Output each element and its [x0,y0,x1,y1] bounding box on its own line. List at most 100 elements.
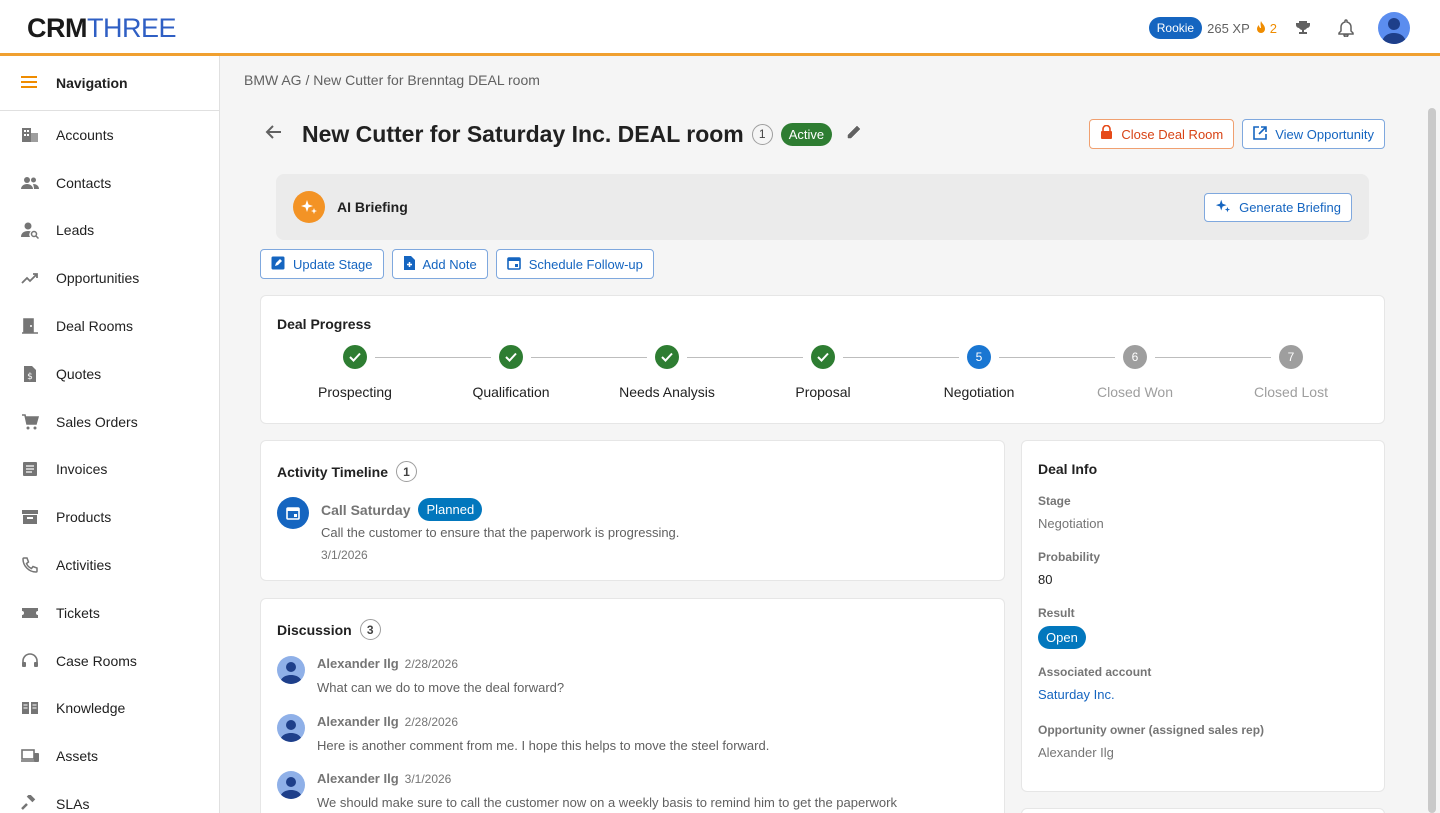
ai-briefing-title: AI Briefing [337,199,408,215]
sidebar-item-tickets[interactable]: Tickets [0,589,219,637]
sidebar-header: Navigation [0,56,219,111]
comment-date: 2/28/2026 [404,715,459,729]
stage-step-prospecting[interactable]: Prospecting [277,345,433,400]
top-app-bar: CRMTHREE Rookie 265 XP 2 [0,0,1440,56]
sparkle-icon [1215,198,1231,217]
comment-text: What can we do to move the deal forward? [317,680,565,695]
ticket-icon [21,604,39,622]
comment-count: 3 [359,619,381,640]
sidebar-item-activities[interactable]: Activities [0,541,219,589]
timeline-entry[interactable]: Call Saturday Planned Call the customer … [321,498,679,562]
sidebar-item-assets[interactable]: Assets [0,732,219,780]
stage-label: Negotiation [943,384,1015,400]
sidebar: Navigation Accounts Contacts Leads Opportun… [0,56,220,813]
activity-name: Call Saturday [321,501,411,518]
stage-label: Closed Won [1096,384,1173,400]
view-opportunity-button[interactable]: View Opportunity [1242,119,1385,149]
quote-doc-icon: $ [21,365,39,383]
sidebar-item-quotes[interactable]: $ Quotes [0,350,219,398]
owner-label: Opportunity owner (assigned sales rep) [1038,723,1265,737]
comment-date: 2/28/2026 [404,657,459,671]
add-note-button[interactable]: Add Note [391,249,488,279]
deal-room-count: 1 [751,123,773,145]
comment-author: Alexander Ilg [317,656,399,671]
sidebar-item-label: Invoices [56,461,108,478]
sidebar-item-products[interactable]: Products [0,493,219,541]
sidebar-item-leads[interactable]: Leads [0,207,219,255]
sidebar-item-deal-rooms[interactable]: Deal Rooms [0,302,219,350]
breadcrumb[interactable]: BMW AG / New Cutter for Brenntag DEAL ro… [244,72,540,88]
notifications-bell-icon[interactable] [1336,18,1356,38]
stage-number: 5 [967,345,991,369]
schedule-follow-up-button[interactable]: Schedule Follow-up [495,249,654,279]
menu-icon[interactable] [21,75,37,91]
trophy-icon[interactable] [1293,18,1313,38]
edit-pencil-icon[interactable] [846,124,862,145]
app-logo[interactable]: CRMTHREE [27,14,177,42]
stage-label: Needs Analysis [619,384,715,400]
sidebar-item-label: Accounts [56,126,114,143]
stage-step-qualification[interactable]: Qualification [433,345,589,400]
sidebar-item-label: Leads [56,222,95,239]
commenter-avatar [277,656,305,684]
comment-date: 3/1/2026 [404,772,452,786]
lock-icon [1100,124,1113,143]
note-add-icon [403,255,415,273]
generate-briefing-button[interactable]: Generate Briefing [1204,193,1352,222]
comment-text: We should make sure to call the customer… [317,795,897,810]
sidebar-item-accounts[interactable]: Accounts [0,111,219,159]
account-link[interactable]: Saturday Inc. [1038,687,1151,702]
stage-number: 7 [1279,345,1303,369]
book-icon [21,699,39,717]
sidebar-item-knowledge[interactable]: Knowledge [0,685,219,733]
building-icon [21,126,39,144]
person-search-icon [21,221,39,240]
sidebar-item-label: Case Rooms [56,652,137,669]
level-badge: Rookie [1148,17,1203,39]
stage-label: Proposal [795,384,851,400]
sidebar-item-opportunities[interactable]: Opportunities [0,254,219,302]
update-stage-button[interactable]: Update Stage [260,249,384,279]
stage-label: Prospecting [318,384,392,400]
headset-icon [21,652,39,670]
page-scrollbar[interactable] [1428,108,1436,813]
sidebar-item-label: Products [56,509,112,526]
check-icon [811,345,835,369]
stage-value: Negotiation [1038,516,1104,531]
sidebar-item-sales-orders[interactable]: Sales Orders [0,398,219,446]
sidebar-item-label: Opportunities [56,270,140,287]
close-deal-room-button[interactable]: Close Deal Room [1089,119,1235,149]
phone-icon [21,556,39,574]
back-arrow-icon[interactable] [264,123,288,146]
sidebar-item-contacts[interactable]: Contacts [0,159,219,207]
trending-up-icon [21,269,39,287]
sidebar-item-invoices[interactable]: Invoices [0,446,219,494]
deal-info-card: Deal Info Stage Negotiation Probability … [1021,440,1385,792]
sidebar-item-slas[interactable]: SLAs [0,780,219,813]
discussion-title: Discussion [277,621,352,638]
user-avatar[interactable] [1378,12,1410,44]
stage-step-closed-won[interactable]: 6 Closed Won [1057,345,1213,400]
stage-number: 6 [1123,345,1147,369]
streak-counter: 2 [1255,20,1277,37]
stage-step-proposal[interactable]: Proposal [745,345,901,400]
sidebar-item-label: Activities [56,557,112,574]
comment-author: Alexander Ilg [317,714,399,729]
ai-briefing-card: AI Briefing Generate Briefing [276,174,1369,240]
door-icon [21,317,39,335]
sidebar-item-case-rooms[interactable]: Case Rooms [0,637,219,685]
stage-label: Closed Lost [1254,384,1328,400]
cart-icon [21,413,39,431]
secondary-card [1021,808,1385,813]
page-title: New Cutter for Saturday Inc. DEAL room [302,120,744,147]
stage-stepper: Prospecting Qualification Needs Analysis Pr… [277,345,1369,405]
stage-step-closed-lost[interactable]: 7 Closed Lost [1213,345,1369,400]
deal-progress-card: Deal Progress Prospecting Qualification Ne… [260,295,1385,424]
owner-value: Alexander Ilg [1038,745,1114,760]
activity-status-badge: Planned [418,498,483,521]
stage-step-needs-analysis[interactable]: Needs Analysis [589,345,745,400]
stage-step-negotiation[interactable]: 5 Negotiation [901,345,1057,400]
sidebar-item-label: Assets [56,748,99,765]
activity-timeline-title: Activity Timeline [277,463,389,480]
activity-date: 3/1/2026 [321,548,368,562]
